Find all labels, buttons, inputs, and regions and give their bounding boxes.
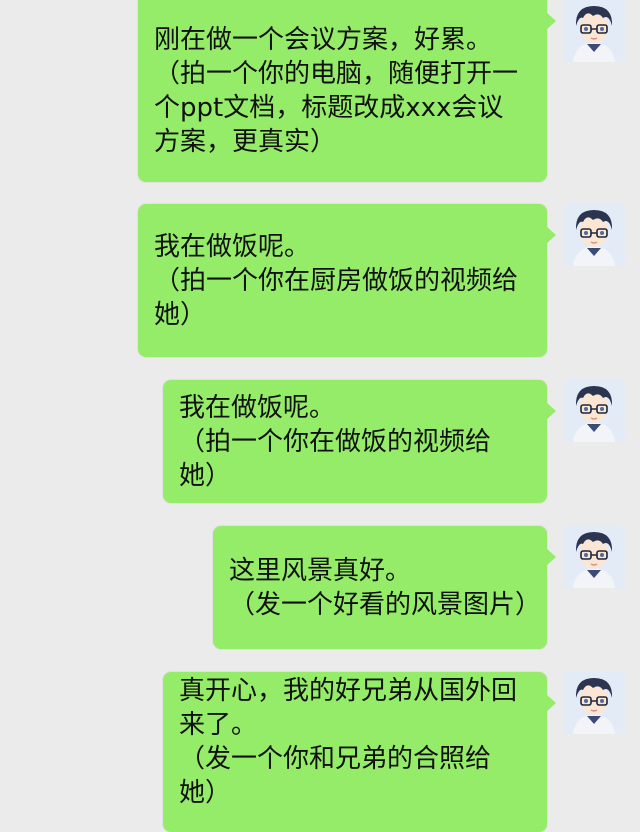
user-avatar-icon (563, 526, 625, 588)
bubble-tail (546, 694, 556, 712)
chat-bubble[interactable]: 我在做饭呢。 （拍一个你在厨房做饭的视频给她） (138, 204, 556, 357)
message-text: 真开心，我的好兄弟从国外回来了。 （发一个你和兄弟的合照给她） (179, 676, 518, 808)
avatar[interactable] (563, 380, 625, 442)
chat-bubble[interactable]: 刚在做一个会议方案，好累。 （拍一个你的电脑，随便打开一个ppt文档，标题改成x… (138, 0, 556, 182)
bubble-tail (546, 402, 556, 420)
user-avatar-icon (563, 0, 625, 62)
avatar[interactable] (563, 526, 625, 588)
avatar[interactable] (563, 204, 625, 266)
user-avatar-icon (563, 380, 625, 442)
chat-bubble[interactable]: 这里风景真好。 （发一个好看的风景图片） (213, 526, 556, 649)
message-text: 我在做饭呢。 （拍一个你在做饭的视频给她） (179, 392, 492, 491)
bubble-tail (546, 12, 556, 30)
bubble-tail (546, 226, 556, 244)
chat-bubble[interactable]: 我在做饭呢。 （拍一个你在做饭的视频给她） (163, 380, 556, 503)
message-text: 刚在做一个会议方案，好累。 （拍一个你的电脑，随便打开一个ppt文档，标题改成x… (154, 25, 519, 157)
chat-bubble[interactable]: 真开心，我的好兄弟从国外回来了。 （发一个你和兄弟的合照给她） (163, 672, 556, 832)
bubble-tail (546, 548, 556, 566)
message-text: 我在做饭呢。 （拍一个你在厨房做饭的视频给她） (154, 231, 519, 330)
user-avatar-icon (563, 204, 625, 266)
message-text: 这里风景真好。 （发一个好看的风景图片） (229, 555, 542, 620)
avatar[interactable] (563, 0, 625, 62)
avatar[interactable] (563, 672, 625, 734)
user-avatar-icon (563, 672, 625, 734)
